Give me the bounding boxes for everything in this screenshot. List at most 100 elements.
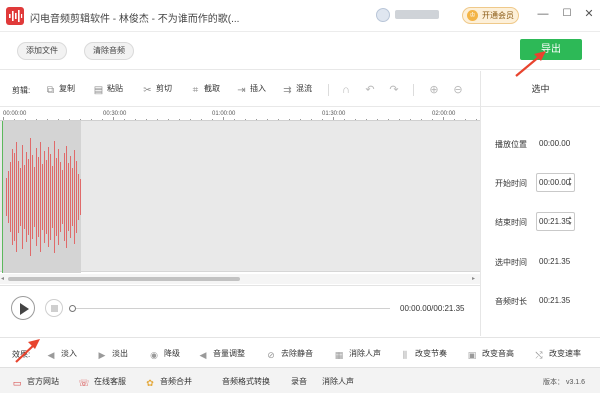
selected-time-value: 00:21.35 xyxy=(539,257,571,266)
audio-duration-value: 00:21.35 xyxy=(539,296,571,305)
progress-knob[interactable] xyxy=(69,305,76,312)
scroll-right-icon[interactable]: ▸ xyxy=(472,275,475,282)
bottom-bar: ▭ 官方网站 ☏ 在线客服 ✿ 音频合并 音频格式转换 录音 消除人声 版本： v3.… xyxy=(0,367,600,393)
stop-button[interactable] xyxy=(45,299,63,317)
clear-audio-button[interactable]: 清除音频 xyxy=(84,42,134,60)
crop-button[interactable]: ⌗ 截取 xyxy=(190,83,220,97)
maximize-button[interactable]: ☐ xyxy=(560,7,574,21)
change-pitch-button[interactable]: ▣ 改变音高 xyxy=(466,348,514,361)
paste-icon: ▤ xyxy=(93,85,104,96)
waveform-peak xyxy=(76,161,77,233)
close-button[interactable]: ✕ xyxy=(582,7,596,21)
online-support-link[interactable]: ☏ 在线客服 xyxy=(78,376,126,389)
fade-in-button[interactable]: ◀ 淡入 xyxy=(45,348,77,361)
waveform-peak xyxy=(72,168,73,226)
vip-button[interactable]: ♔ 开通会员 xyxy=(462,7,519,24)
insert-button[interactable]: ⇥ 插入 xyxy=(236,83,266,97)
window-title: 闪电音频剪辑软件 - 林俊杰 - 不为谁而作的歌(... xyxy=(30,14,240,25)
volume-adjust-button[interactable]: ◀ 音量调整 xyxy=(197,348,245,361)
change-rate-button[interactable]: ⤭ 改变速率 xyxy=(533,348,581,361)
minimize-button[interactable]: — xyxy=(536,7,550,21)
cut-button[interactable]: ✂ 剪切 xyxy=(142,83,172,97)
end-time-stepper-icon[interactable]: ▲ ▼ xyxy=(567,215,573,227)
waveform-peak xyxy=(48,147,49,247)
waveform-peak xyxy=(38,157,39,237)
headphones-icon[interactable]: ∩ xyxy=(340,84,352,96)
audio-merge-link[interactable]: ✿ 音频合并 xyxy=(144,376,192,389)
progress-track[interactable] xyxy=(72,308,390,309)
scrollbar-thumb[interactable] xyxy=(8,277,240,281)
user-name-blurred[interactable] xyxy=(395,10,439,19)
play-button[interactable] xyxy=(11,296,35,320)
end-time-input[interactable]: 00:21.35 ▲ ▼ xyxy=(536,212,575,231)
mix-icon: ⇉ xyxy=(283,85,292,96)
official-website-link[interactable]: ▭ 官方网站 xyxy=(11,376,59,389)
waveform-peak xyxy=(20,168,21,226)
downgrade-button[interactable]: ◉ 降级 xyxy=(148,348,180,361)
waveform-peak xyxy=(78,174,79,220)
start-time-stepper-icon[interactable]: ▲ ▼ xyxy=(567,176,573,188)
effects-bar: 效果: ◀ 淡入 ▶ 淡出 ◉ 降级 ◀ 音量调整 ⊘ 去除静音 ▦ 消除人声 ⫼ 改变节奏 … xyxy=(0,337,600,367)
waveform-peak xyxy=(56,158,57,236)
timeline-tick-label: 00:00:00 xyxy=(3,111,27,117)
user-avatar-icon[interactable] xyxy=(376,8,390,22)
crown-icon: ♔ xyxy=(467,10,478,21)
redo-icon[interactable]: ↷ xyxy=(388,84,400,96)
edit-toolbar-label: 剪辑: xyxy=(12,86,31,95)
play-position-value: 00:00.00 xyxy=(539,139,571,148)
scroll-left-icon[interactable]: ◂ xyxy=(1,275,4,282)
add-file-button[interactable]: 添加文件 xyxy=(17,42,67,60)
waveform-peak xyxy=(74,150,75,244)
waveform-peak xyxy=(18,161,19,233)
change-tempo-button[interactable]: ⫼ 改变节奏 xyxy=(399,348,447,361)
fade-out-button[interactable]: ▶ 淡出 xyxy=(96,348,128,361)
waveform-peak xyxy=(60,162,61,232)
mix-button[interactable]: ⇉ 混流 xyxy=(282,83,312,97)
waveform-peak xyxy=(54,141,55,253)
waveform-area[interactable] xyxy=(0,120,480,273)
record-link[interactable]: 录音 xyxy=(291,376,307,387)
waveform-peak xyxy=(12,149,13,245)
remove-silence-button[interactable]: ⊘ 去除静音 xyxy=(265,348,313,361)
zoom-out-icon[interactable]: ⊖ xyxy=(452,84,464,96)
fade-out-icon: ▶ xyxy=(98,350,106,360)
selection-panel: 选中 播放位置 00:00.00 开始时间 00:00.00 ▲ ▼ 结束时间 0… xyxy=(480,71,600,336)
play-position-label: 播放位置 xyxy=(495,140,527,149)
waveform-scrollbar[interactable]: ◂ ▸ xyxy=(0,274,480,284)
paste-button[interactable]: ▤ 粘贴 xyxy=(93,83,123,97)
insert-icon: ⇥ xyxy=(237,85,246,96)
waveform-peak xyxy=(28,159,29,235)
mute-remove-icon: ⊘ xyxy=(267,350,275,360)
scissors-icon: ✂ xyxy=(143,85,152,96)
play-icon xyxy=(20,303,29,315)
app-logo-icon xyxy=(6,7,24,25)
timeline-ruler[interactable]: 00:00:00 00:30:00 01:00:00 01:30:00 02:0… xyxy=(0,108,480,121)
remove-vocal-button[interactable]: ▦ 消除人声 xyxy=(333,348,381,361)
remove-vocal-link[interactable]: 消除人声 xyxy=(322,376,354,387)
start-time-input[interactable]: 00:00.00 ▲ ▼ xyxy=(536,173,575,192)
waveform-peak xyxy=(58,149,59,245)
waveform-peak xyxy=(22,145,23,249)
stop-icon xyxy=(51,305,58,312)
playhead-cursor[interactable] xyxy=(2,121,3,273)
waveform-peak xyxy=(14,153,15,241)
copy-button[interactable]: ⧉ 复制 xyxy=(45,83,75,97)
start-time-label: 开始时间 xyxy=(495,179,527,188)
title-bar: 闪电音频剪辑软件 - 林俊杰 - 不为谁而作的歌(... ♔ 开通会员 — ☐ … xyxy=(0,0,600,32)
waveform-peak xyxy=(36,148,37,246)
zoom-in-icon[interactable]: ⊕ xyxy=(428,84,440,96)
waveform-peak xyxy=(10,162,11,232)
selected-time-label: 选中时间 xyxy=(495,258,527,267)
undo-icon[interactable]: ↶ xyxy=(364,84,376,96)
volume-icon: ◀ xyxy=(199,350,207,360)
waveform-peak xyxy=(62,170,63,224)
waveform-peak xyxy=(34,167,35,227)
fade-in-icon: ◀ xyxy=(47,350,55,360)
annotation-arrow-icon xyxy=(515,51,546,77)
tempo-icon: ⫼ xyxy=(402,350,408,360)
waveform-peak xyxy=(30,138,31,256)
waveform-peak xyxy=(80,179,81,215)
rate-icon: ⤭ xyxy=(535,350,543,360)
copy-icon: ⧉ xyxy=(46,85,55,96)
format-convert-link[interactable]: 音频格式转换 xyxy=(222,376,270,387)
